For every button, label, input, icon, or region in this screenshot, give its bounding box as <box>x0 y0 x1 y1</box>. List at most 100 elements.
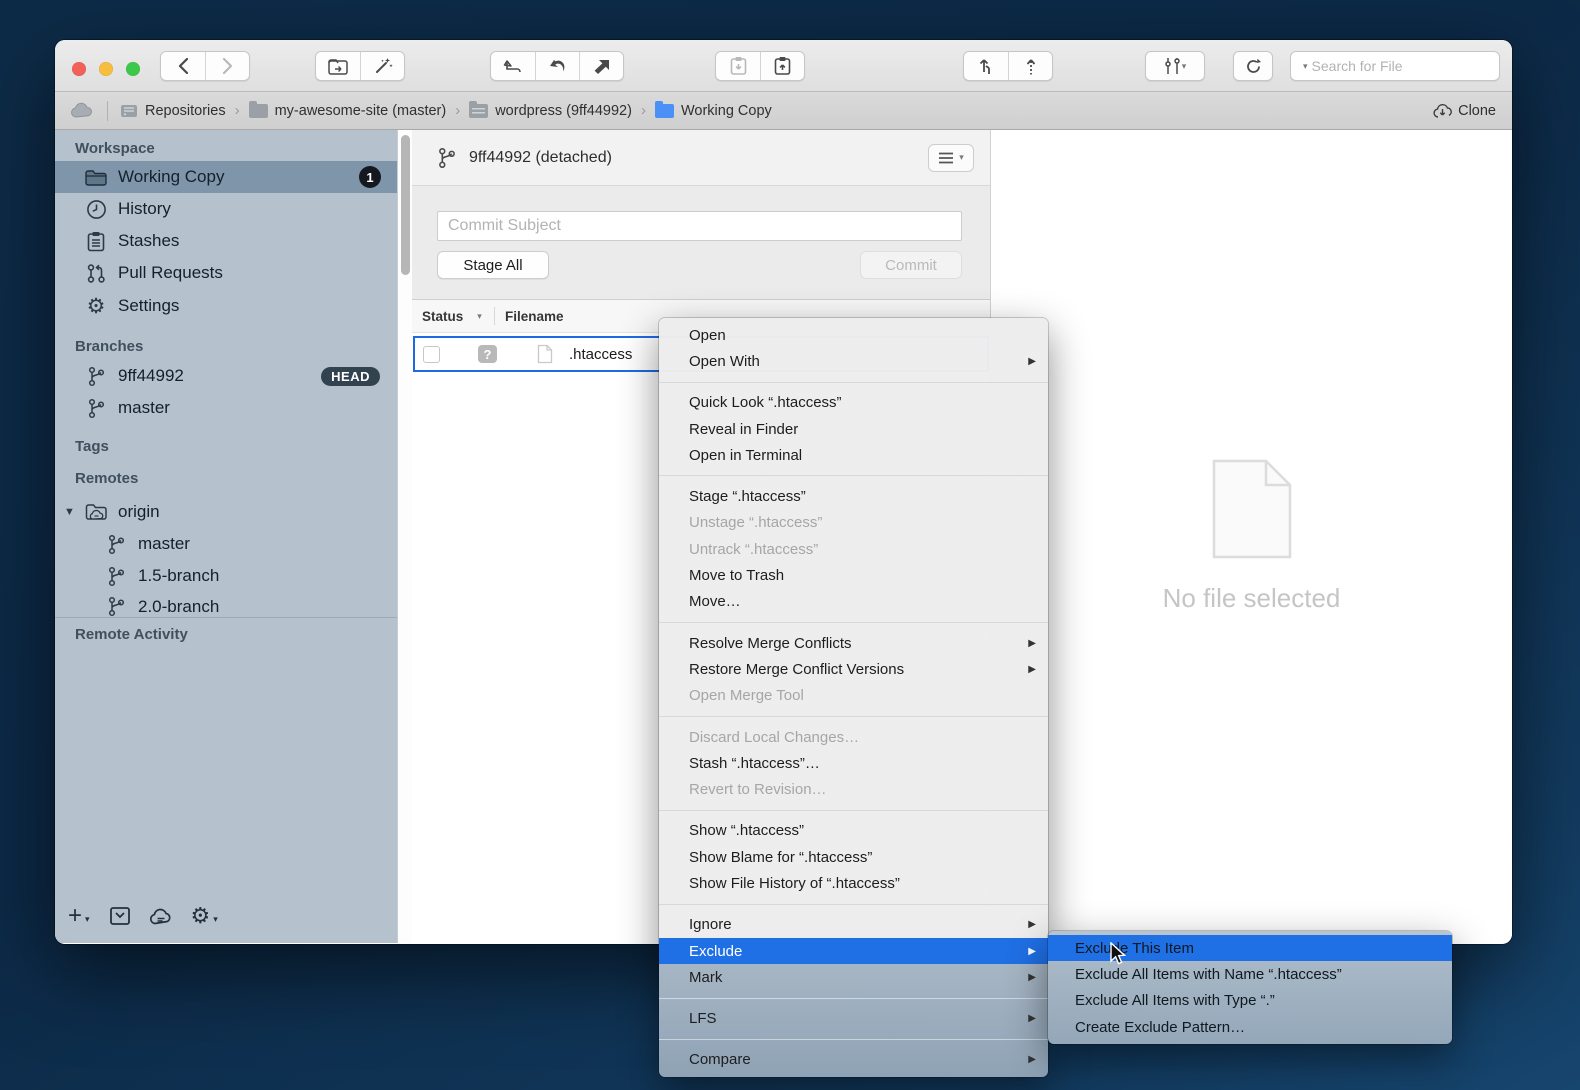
sync-group <box>963 51 1053 81</box>
close-window-button[interactable] <box>72 62 86 76</box>
sidebar-scrollbar-thumb[interactable] <box>401 135 410 275</box>
revert-filled-arrow-icon-button[interactable] <box>535 52 579 80</box>
stash-apply-icon-button[interactable] <box>760 52 804 80</box>
submenu-arrow-icon: ▶ <box>1028 919 1036 930</box>
commit-up-right-arrow-icon-button[interactable] <box>579 52 623 80</box>
minimize-window-button[interactable] <box>99 62 113 76</box>
pull-request-icon <box>83 263 109 284</box>
search-input[interactable] <box>1312 58 1493 74</box>
filename-column-header[interactable]: Filename <box>505 309 564 324</box>
hamburger-icon <box>938 152 954 164</box>
no-file-document-icon <box>1212 459 1292 559</box>
branch-icon <box>103 596 129 617</box>
sidebar-item-label: Pull Requests <box>118 263 223 283</box>
menu-item-stash[interactable]: Stash “.htaccess”… <box>659 750 1048 776</box>
sidebar-scrollbar-track[interactable] <box>397 130 412 943</box>
breadcrumb-label: Repositories <box>145 103 226 119</box>
sidebar-item-settings[interactable]: ⚙ Settings <box>55 290 397 322</box>
menu-item-lfs[interactable]: LFS▶ <box>659 1006 1048 1032</box>
menu-item-open[interactable]: Open <box>659 322 1048 348</box>
commit-button[interactable]: Commit <box>860 251 962 279</box>
menu-item-mark[interactable]: Mark▶ <box>659 964 1048 990</box>
breadcrumb-label: wordpress (9ff44992) <box>495 103 632 119</box>
menu-item-show-file-history[interactable]: Show File History of “.htaccess” <box>659 870 1048 896</box>
stash-save-icon-button[interactable] <box>716 52 760 80</box>
remotes-header: Remotes <box>55 470 138 487</box>
sidebar-item-working-copy[interactable]: Working Copy 1 <box>55 161 397 193</box>
sidebar-branch-master[interactable]: master <box>55 392 397 424</box>
menu-separator <box>659 810 1048 811</box>
back-button[interactable] <box>161 52 205 80</box>
filter-options-button[interactable]: ▾ <box>1146 52 1204 80</box>
cloud-icon <box>69 102 95 119</box>
status-column-header[interactable]: Status <box>422 309 463 324</box>
settings-gear-icon[interactable]: ⚙ <box>191 903 211 929</box>
changes-actions-group <box>490 51 624 81</box>
sidebar-item-label: History <box>118 199 171 219</box>
commit-subject-input[interactable] <box>437 211 962 241</box>
breadcrumb-working-copy[interactable]: Working Copy <box>655 103 772 119</box>
menu-item-show[interactable]: Show “.htaccess” <box>659 818 1048 844</box>
remote-folder-icon <box>83 503 109 521</box>
menu-item-compare[interactable]: Compare▶ <box>659 1047 1048 1073</box>
menu-item-restore-merge-conflict-versions[interactable]: Restore Merge Conflict Versions▶ <box>659 656 1048 682</box>
commit-options-button[interactable]: ▾ <box>928 144 974 172</box>
cloud-service-icon[interactable] <box>148 907 174 926</box>
menu-item-move[interactable]: Move… <box>659 589 1048 615</box>
gear-chevron-icon[interactable]: ▾ <box>213 914 218 925</box>
zoom-window-button[interactable] <box>126 62 140 76</box>
add-chevron-icon[interactable]: ▾ <box>85 914 90 925</box>
menu-separator <box>659 904 1048 905</box>
sidebar-remote-branch-2-0[interactable]: 2.0-branch <box>55 592 397 617</box>
add-icon[interactable]: + <box>68 906 82 926</box>
breadcrumb-bar: Repositories › my-awesome-site (master) … <box>55 92 1512 130</box>
sidebar-item-stashes[interactable]: Stashes <box>55 225 397 257</box>
column-divider[interactable] <box>494 307 495 325</box>
menu-item-show-blame[interactable]: Show Blame for “.htaccess” <box>659 844 1048 870</box>
sidebar-remote-branch-master[interactable]: master <box>55 528 397 560</box>
menu-item-open-in-terminal[interactable]: Open in Terminal <box>659 442 1048 468</box>
stage-checkbox[interactable] <box>423 346 440 363</box>
sidebar-item-pull-requests[interactable]: Pull Requests <box>55 257 397 289</box>
open-repository-icon-button[interactable] <box>316 52 360 80</box>
file-search-field[interactable]: ▾ <box>1290 51 1500 81</box>
breadcrumb-repo[interactable]: my-awesome-site (master) <box>249 103 447 119</box>
submenu-item-create-exclude-pattern[interactable]: Create Exclude Pattern… <box>1048 1014 1452 1040</box>
stage-all-button[interactable]: Stage All <box>437 251 549 279</box>
breadcrumb-separator: › <box>641 102 646 119</box>
menu-item-stage[interactable]: Stage “.htaccess” <box>659 483 1048 509</box>
remote-branch-label: 1.5-branch <box>138 566 219 586</box>
push-icon-button[interactable] <box>1008 52 1052 80</box>
forward-button[interactable] <box>205 52 249 80</box>
sort-chevron-icon[interactable]: ▾ <box>477 311 482 322</box>
submenu-item-exclude-all-with-type: Exclude All Items with Type “.” <box>1048 988 1452 1014</box>
sidebar-branch-9ff44992[interactable]: 9ff44992 HEAD <box>55 360 397 392</box>
breadcrumb-label: Working Copy <box>681 103 772 119</box>
menu-item-ignore[interactable]: Ignore▶ <box>659 912 1048 938</box>
refresh-button[interactable] <box>1234 52 1272 80</box>
branch-label: 9ff44992 <box>118 366 184 386</box>
discard-outline-arrow-icon-button[interactable] <box>491 52 535 80</box>
detached-head-branch-icon <box>437 147 457 169</box>
sidebar-remote-origin[interactable]: ▼ origin <box>55 496 397 528</box>
working-copy-folder-icon <box>655 104 674 118</box>
menu-item-reveal-in-finder[interactable]: Reveal in Finder <box>659 416 1048 442</box>
sidebar-item-history[interactable]: History <box>55 193 397 225</box>
breadcrumb-subrepo[interactable]: wordpress (9ff44992) <box>469 103 632 119</box>
menu-item-open-with[interactable]: Open With▶ <box>659 348 1048 374</box>
pull-icon-button[interactable] <box>964 52 1008 80</box>
menu-item-resolve-merge-conflicts[interactable]: Resolve Merge Conflicts▶ <box>659 630 1048 656</box>
clone-cloud-download-icon <box>1432 103 1452 119</box>
menu-item-quick-look[interactable]: Quick Look “.htaccess” <box>659 390 1048 416</box>
clone-button[interactable]: Clone <box>1432 103 1496 119</box>
menu-item-exclude[interactable]: Exclude▶ <box>659 938 1048 964</box>
branch-icon <box>103 534 129 555</box>
disclosure-triangle-icon[interactable]: ▼ <box>64 506 75 518</box>
submenu-arrow-icon: ▶ <box>1028 638 1036 649</box>
tray-icon[interactable] <box>109 905 131 927</box>
quick-actions-wand-button[interactable] <box>360 52 404 80</box>
repo-folder-icon <box>469 104 488 118</box>
menu-item-move-to-trash[interactable]: Move to Trash <box>659 562 1048 588</box>
breadcrumb-repositories[interactable]: Repositories <box>120 103 226 119</box>
sidebar-remote-branch-1-5[interactable]: 1.5-branch <box>55 560 397 592</box>
